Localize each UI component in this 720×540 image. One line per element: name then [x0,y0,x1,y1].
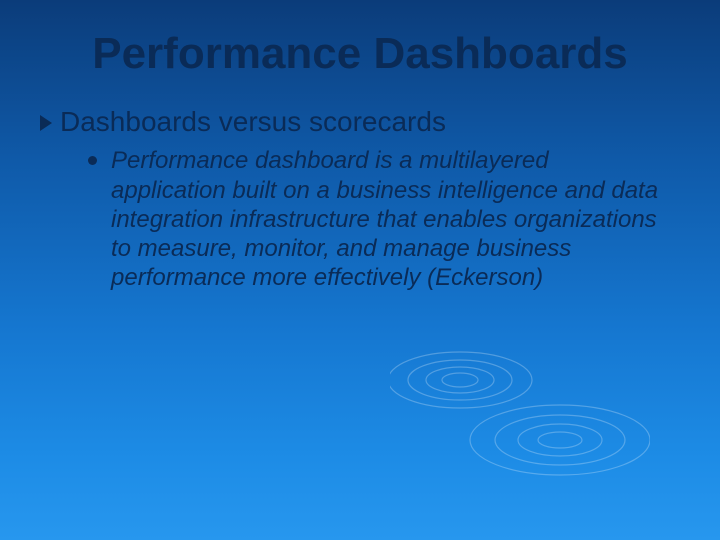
body-row: Performance dashboard is a multilayered … [40,146,680,292]
ripple-group-1 [390,352,532,408]
slide-title: Performance Dashboards [40,30,680,78]
body-text: Performance dashboard is a multilayered … [111,146,660,292]
subhead-text: Dashboards versus scorecards [60,106,446,138]
slide: Performance Dashboards Dashboards versus… [0,0,720,540]
arrow-bullet-icon [40,115,52,131]
subhead-row: Dashboards versus scorecards [40,106,680,138]
ripple-decoration [390,320,650,500]
dot-bullet-icon [88,156,97,165]
ripple-group-2 [470,405,650,475]
